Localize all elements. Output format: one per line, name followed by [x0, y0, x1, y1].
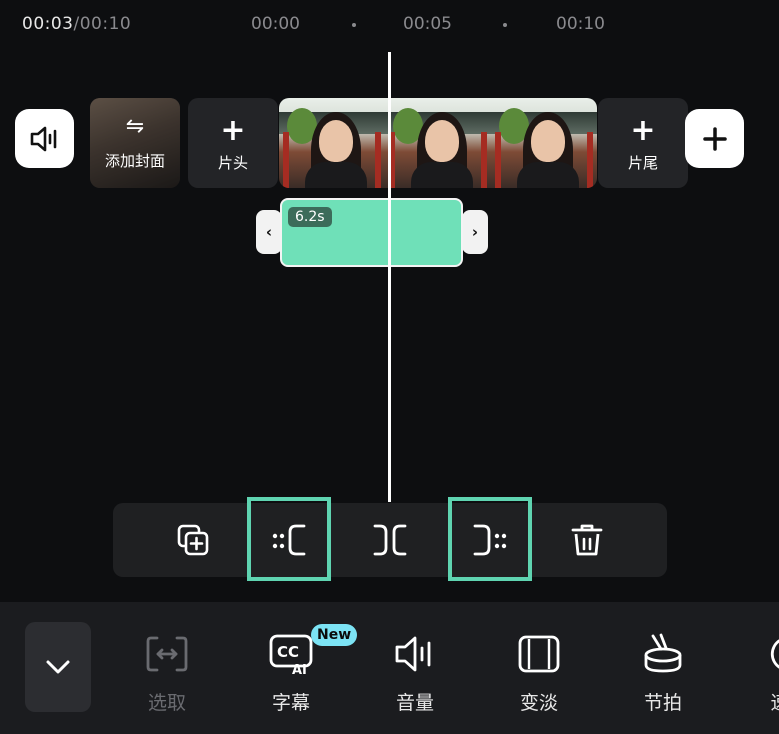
- mute-audio-button[interactable]: [15, 109, 74, 168]
- tick-label: 00:10: [556, 14, 605, 34]
- speed-tool-label: 速: [735, 688, 779, 715]
- speed-tool[interactable]: 速: [735, 632, 779, 715]
- tick-dot: [503, 23, 507, 27]
- beat-tool[interactable]: 节拍: [618, 632, 708, 715]
- captions-tool-label: 字幕: [271, 692, 310, 714]
- clip-duration-badge: 6.2s: [288, 207, 332, 227]
- new-badge: New: [311, 624, 358, 646]
- duplicate-icon: [177, 524, 209, 556]
- add-intro-button[interactable]: + 片头: [188, 98, 278, 188]
- plus-icon: [702, 126, 727, 151]
- captions-ai-icon: CC AI: [269, 634, 313, 675]
- duplicate-button[interactable]: [153, 503, 233, 577]
- svg-text:AI: AI: [292, 663, 307, 675]
- video-clip-strip[interactable]: [279, 98, 597, 188]
- playhead[interactable]: [388, 52, 391, 502]
- outro-label: 片尾: [627, 154, 658, 172]
- total-time: /00:10: [73, 14, 132, 34]
- fade-tool-label: 变淡: [519, 692, 558, 714]
- fade-tool[interactable]: 变淡: [494, 632, 584, 715]
- split-icon: [373, 524, 407, 556]
- add-cover-button[interactable]: ⇋ 添加封面: [90, 98, 180, 188]
- tick-label: 00:00: [251, 14, 300, 34]
- selected-clip[interactable]: ‹ › 6.2s: [256, 196, 488, 270]
- svg-text:CC: CC: [277, 643, 299, 661]
- tick-label: 00:05: [403, 14, 452, 34]
- beat-icon: [644, 633, 682, 673]
- add-media-button[interactable]: [685, 109, 744, 168]
- video-thumbnail: [279, 98, 385, 188]
- select-icon: [146, 636, 188, 672]
- chevron-down-icon: [46, 660, 70, 674]
- clip-left-handle[interactable]: ‹: [256, 210, 282, 254]
- timeline-header: 00:03/00:10 00:00 00:05 00:10: [0, 10, 779, 40]
- split-button[interactable]: [350, 503, 430, 577]
- collapse-button[interactable]: [25, 622, 91, 712]
- swap-icon: ⇋: [125, 114, 145, 139]
- add-outro-button[interactable]: + 片尾: [598, 98, 688, 188]
- clip-body[interactable]: 6.2s: [280, 198, 463, 267]
- speaker-icon: [30, 126, 56, 151]
- video-thumbnail: [491, 98, 597, 188]
- time-display: 00:03/00:10: [22, 14, 131, 34]
- volume-tool[interactable]: 音量: [370, 632, 460, 715]
- trim-start-icon: [272, 524, 306, 556]
- volume-tool-label: 音量: [395, 692, 434, 714]
- tick-dot: [352, 23, 356, 27]
- plus-icon: +: [220, 113, 246, 148]
- current-time: 00:03: [22, 14, 74, 34]
- intro-label: 片头: [217, 154, 248, 172]
- add-cover-label: 添加封面: [104, 152, 165, 170]
- trim-end-icon: [473, 524, 507, 556]
- trim-start-button[interactable]: [250, 503, 330, 577]
- select-tool-label: 选取: [147, 692, 186, 714]
- trim-end-button[interactable]: [449, 503, 529, 577]
- select-tool[interactable]: 选取: [122, 632, 212, 715]
- plus-icon: +: [630, 113, 656, 148]
- speed-icon: [770, 639, 779, 669]
- trash-icon: [571, 524, 603, 556]
- video-thumbnail: [385, 98, 491, 188]
- fade-icon: [518, 635, 560, 673]
- cover-overlay: [90, 98, 180, 188]
- edit-action-bar: [113, 503, 667, 577]
- delete-button[interactable]: [547, 503, 627, 577]
- volume-icon: [395, 636, 431, 672]
- clip-right-handle[interactable]: ›: [462, 210, 488, 254]
- beat-tool-label: 节拍: [643, 692, 682, 714]
- bottom-toolbar: 选取 CC AI 字幕 New 音量 变淡 节拍: [0, 602, 779, 734]
